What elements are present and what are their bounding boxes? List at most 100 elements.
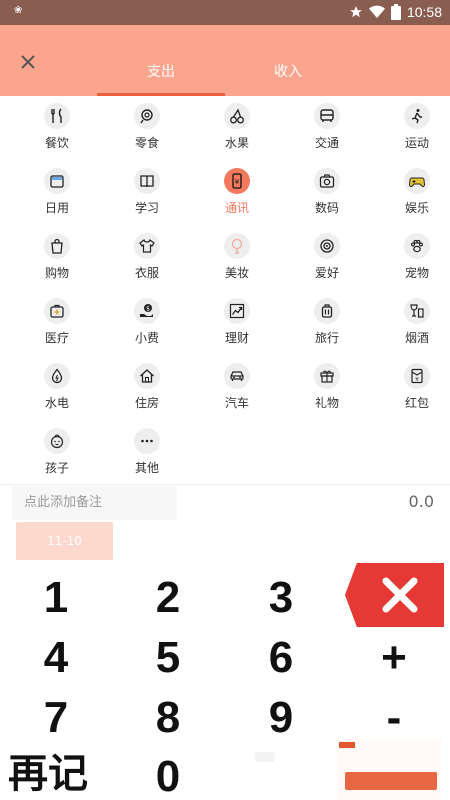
- divider: [0, 484, 450, 485]
- category-snacks[interactable]: 零食: [102, 97, 192, 162]
- category-label: 旅行: [314, 331, 339, 345]
- category-label: 汽车: [224, 396, 249, 410]
- tip-icon: $: [134, 298, 160, 324]
- house-icon: [134, 363, 160, 389]
- trend-chart-icon: [224, 298, 250, 324]
- category-label: 购物: [44, 266, 69, 280]
- key-0[interactable]: 0: [128, 750, 208, 800]
- record-again-button[interactable]: 再记: [8, 748, 128, 800]
- tab-expense[interactable]: 支出: [111, 61, 211, 85]
- shopping-bag-icon: [44, 233, 70, 259]
- category-daily[interactable]: 日用: [12, 162, 102, 227]
- category-makeup[interactable]: 美妆: [192, 227, 282, 292]
- category-shopping[interactable]: 购物: [12, 227, 102, 292]
- category-gifts[interactable]: 礼物: [282, 357, 372, 422]
- category-label: 礼物: [314, 396, 339, 410]
- category-finance[interactable]: 理财: [192, 292, 282, 357]
- category-children[interactable]: 孩子: [12, 422, 102, 487]
- confirm-button[interactable]: [337, 740, 442, 800]
- category-other[interactable]: 其他: [102, 422, 192, 487]
- amount-display: 0.0: [408, 492, 434, 511]
- category-label: 其他: [134, 461, 159, 475]
- delete-icon: [382, 577, 417, 613]
- category-label: 宠物: [404, 266, 429, 280]
- gamepad-icon: [404, 168, 430, 194]
- phone-icon: ¥: [224, 168, 250, 194]
- medical-kit-icon: [44, 298, 70, 324]
- category-label: 小费: [134, 331, 159, 345]
- key-2[interactable]: 2: [128, 571, 208, 625]
- key-7[interactable]: 7: [16, 691, 96, 745]
- plus-key[interactable]: +: [354, 631, 434, 685]
- category-label: 娱乐: [404, 201, 429, 215]
- category-label: 衣服: [134, 266, 159, 280]
- category-label: 红包: [404, 396, 429, 410]
- clock: 10:58: [406, 4, 442, 20]
- child-face-icon: [44, 428, 70, 454]
- category-medical[interactable]: 医疗: [12, 292, 102, 357]
- category-dining[interactable]: 餐饮: [12, 97, 102, 162]
- battery-icon: [390, 4, 401, 20]
- wifi-icon: [368, 5, 385, 18]
- key-3[interactable]: 3: [241, 571, 321, 625]
- tab-indicator: [97, 93, 225, 96]
- svg-text:$: $: [146, 305, 150, 312]
- category-label: 通讯: [224, 201, 249, 215]
- star-icon: [350, 6, 362, 18]
- category-study[interactable]: 学习: [102, 162, 192, 227]
- key-9[interactable]: 9: [241, 691, 321, 745]
- category-label: 交通: [314, 136, 339, 150]
- category-label: 医疗: [44, 331, 69, 345]
- svg-text:¥: ¥: [415, 377, 419, 383]
- category-label: 美妆: [224, 266, 249, 280]
- bus-icon: [314, 103, 340, 129]
- camera-icon: [314, 168, 340, 194]
- key-4[interactable]: 4: [16, 631, 96, 685]
- notification-icon: ❀: [14, 5, 23, 16]
- status-bar: ❀ 10:58: [0, 0, 450, 25]
- category-red-packet[interactable]: ¥ 红包: [372, 357, 450, 422]
- note-input[interactable]: 点此添加备注: [12, 486, 177, 520]
- category-pets[interactable]: 宠物: [372, 227, 450, 292]
- key-6[interactable]: 6: [241, 631, 321, 685]
- category-housing[interactable]: 住房: [102, 357, 192, 422]
- category-clothes[interactable]: 衣服: [102, 227, 192, 292]
- decimal-key[interactable]: [255, 752, 275, 762]
- category-tips[interactable]: $ 小费: [102, 292, 192, 357]
- category-transport[interactable]: 交通: [282, 97, 372, 162]
- key-8[interactable]: 8: [128, 691, 208, 745]
- red-envelope-icon: ¥: [404, 363, 430, 389]
- category-label: 数码: [314, 201, 339, 215]
- category-label: 学习: [134, 201, 159, 215]
- confirm-mark: [339, 742, 355, 748]
- category-digital[interactable]: 数码: [282, 162, 372, 227]
- target-icon: [314, 233, 340, 259]
- category-car[interactable]: 汽车: [192, 357, 282, 422]
- date-button[interactable]: 11-10: [16, 522, 113, 560]
- delete-button[interactable]: [345, 563, 444, 627]
- confirm-label-graphic: [345, 772, 437, 790]
- category-travel[interactable]: 旅行: [282, 292, 372, 357]
- cherry-icon: [224, 103, 250, 129]
- category-sports[interactable]: 运动: [372, 97, 450, 162]
- key-1[interactable]: 1: [16, 571, 96, 625]
- category-telecom[interactable]: ¥ 通讯: [192, 162, 282, 227]
- category-entertainment[interactable]: 娱乐: [372, 162, 450, 227]
- category-label: 孩子: [44, 461, 69, 475]
- category-label: 住房: [134, 396, 159, 410]
- category-hobby[interactable]: 爱好: [282, 227, 372, 292]
- key-5[interactable]: 5: [128, 631, 208, 685]
- category-tobacco-alcohol[interactable]: 烟酒: [372, 292, 450, 357]
- more-dots-icon: [134, 428, 160, 454]
- status-icons: 10:58: [349, 3, 442, 21]
- car-icon: [224, 363, 250, 389]
- close-button[interactable]: [14, 48, 42, 76]
- svg-text:¥: ¥: [235, 178, 240, 186]
- category-utilities[interactable]: 水电: [12, 357, 102, 422]
- tab-income[interactable]: 收入: [238, 61, 338, 85]
- close-icon: [21, 55, 35, 69]
- category-fruit[interactable]: 水果: [192, 97, 282, 162]
- category-label: 日用: [44, 201, 69, 215]
- minus-key[interactable]: -: [354, 691, 434, 745]
- category-label: 餐饮: [44, 136, 69, 150]
